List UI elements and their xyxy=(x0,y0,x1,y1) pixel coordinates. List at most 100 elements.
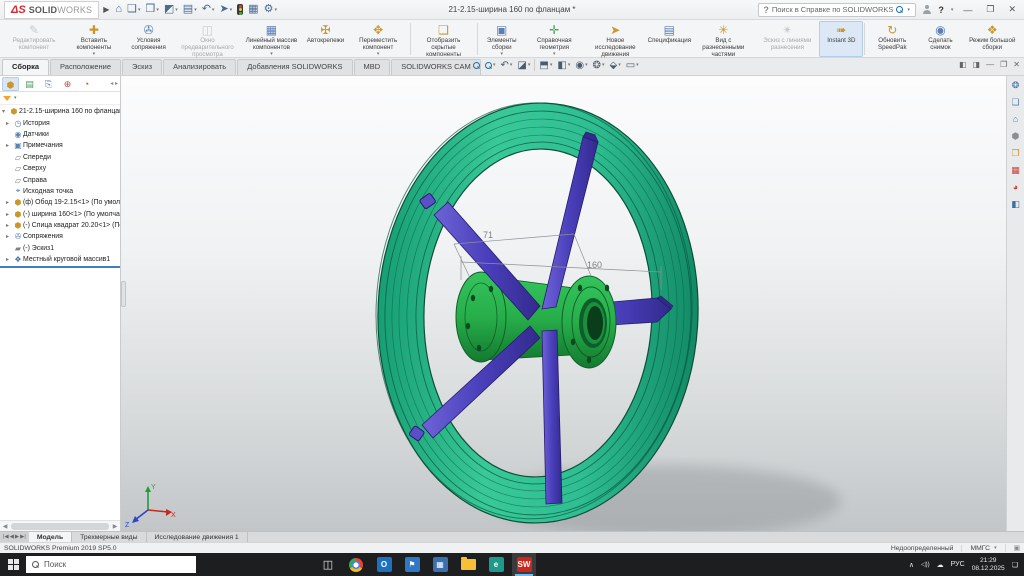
qat-open-icon[interactable]: ❒▾ xyxy=(143,3,160,16)
rollback-bar[interactable] xyxy=(0,266,120,268)
home-icon[interactable]: ⌂ xyxy=(1009,113,1023,126)
qat-rebuild-traffic-light-icon[interactable] xyxy=(235,3,245,16)
ribbon-instant-3d-button[interactable]: ➠Instant 3D xyxy=(819,21,863,57)
model-tab-nav-icon[interactable]: |◀ xyxy=(3,534,9,540)
tree-filter-row[interactable]: ▾ xyxy=(0,92,120,105)
tab-solidworks-cam[interactable]: SOLIDWORKS CAM xyxy=(391,59,481,75)
expand-arrow-icon[interactable]: ▸ xyxy=(6,233,13,240)
tab-mbd[interactable]: MBD xyxy=(354,59,391,75)
wheel-hub[interactable] xyxy=(456,272,616,368)
dropdown-icon[interactable]: ▾ xyxy=(230,7,233,13)
expand-arrow-icon[interactable]: ▾ xyxy=(2,108,9,115)
edge-icon[interactable]: e xyxy=(484,553,508,576)
view-settings-icon[interactable]: ▭▾ xyxy=(625,60,640,71)
dropdown-icon[interactable]: ▾ xyxy=(550,62,553,68)
solidworks-resources-icon[interactable]: ❂ xyxy=(1009,79,1023,92)
tree-item[interactable]: ⌖Исходная точка xyxy=(0,186,120,197)
graphics-viewport[interactable]: 71 160 Y X Z xyxy=(121,76,1006,531)
doc-close-icon[interactable]: ✕ xyxy=(1013,60,1020,69)
model-tab-2[interactable]: Трехмерные виды xyxy=(72,532,146,542)
view-palette-icon[interactable]: ▦ xyxy=(1009,164,1023,177)
file-explorer-icon[interactable]: ❒ xyxy=(1009,147,1023,160)
design-library-icon[interactable]: ❏ xyxy=(1009,96,1023,109)
qat-save-icon[interactable]: ◩▾ xyxy=(162,3,180,16)
minimize-button[interactable]: — xyxy=(959,5,976,15)
units-dropdown-icon[interactable]: ▾ xyxy=(994,545,997,551)
tree-item[interactable]: ▸⬢(ф) Обод 19-2.15<1> (По умолча xyxy=(0,197,120,208)
qat-print-icon[interactable]: ▤▾ xyxy=(181,3,199,16)
tree-item[interactable]: ▸✇Сопряжения xyxy=(0,231,120,242)
scroll-thumb[interactable] xyxy=(11,523,109,530)
restore-button[interactable]: ❐ xyxy=(982,4,998,15)
ribbon-move-component-button[interactable]: ✥Переместить компонент▾ xyxy=(347,21,408,57)
toolbox-icon[interactable]: ⬢ xyxy=(1009,130,1023,143)
dropdown-icon[interactable]: ▾ xyxy=(528,62,531,68)
close-button[interactable]: ✕ xyxy=(1004,4,1020,15)
panel-splitter-handle[interactable] xyxy=(121,281,126,307)
tree-item[interactable]: ▸◷История xyxy=(0,117,120,128)
tree-item[interactable]: ▱Спереди xyxy=(0,152,120,163)
display-style-icon[interactable]: ◧▾ xyxy=(556,60,571,71)
appearances-icon[interactable]: ◕ xyxy=(1009,181,1023,194)
outlook-icon[interactable]: O xyxy=(372,553,396,576)
expand-arrow-icon[interactable]: ▸ xyxy=(6,256,13,263)
expand-arrow-icon[interactable]: ▸ xyxy=(6,222,13,229)
ribbon-smart-fasteners-button[interactable]: ✠Автокрепежи xyxy=(303,21,347,57)
apply-scene-icon[interactable]: ⬙▾ xyxy=(608,60,621,71)
zoom-fit-icon[interactable] xyxy=(472,62,481,69)
panel-tab-chevrons-icon[interactable]: ◂ ▸ xyxy=(110,80,118,87)
dropdown-icon[interactable]: ▾ xyxy=(602,62,605,68)
doc-restore-icon[interactable]: ❐ xyxy=(1000,60,1007,69)
ribbon-linear-component-pattern-button[interactable]: ▦Линейный массив компонентов▾ xyxy=(239,21,303,57)
displaymanager-tab[interactable]: ◔ xyxy=(78,77,95,91)
scroll-right-icon[interactable]: ▶ xyxy=(110,523,120,530)
expand-arrow-icon[interactable]: ▸ xyxy=(6,142,13,149)
tab-анализировать[interactable]: Анализировать xyxy=(163,59,236,75)
dropdown-icon[interactable]: ▾ xyxy=(212,7,215,13)
expand-arrow-icon[interactable]: ▸ xyxy=(6,199,13,206)
dropdown-icon[interactable]: ▾ xyxy=(500,52,503,56)
ribbon-large-assembly-mode-button[interactable]: ❖Режим большой сборки xyxy=(962,21,1022,57)
propertymanager-tab[interactable]: ▤ xyxy=(21,77,38,91)
user-account-icon[interactable] xyxy=(922,5,932,15)
model-tab-nav-icon[interactable]: ◀ xyxy=(10,534,14,540)
ribbon-new-motion-study-button[interactable]: ➤Новое исследование движения xyxy=(583,21,647,57)
solidworks-icon[interactable]: SW xyxy=(512,553,536,576)
view-orientation-icon[interactable]: ⬒▾ xyxy=(538,60,553,71)
search-icon[interactable] xyxy=(896,6,903,13)
configurationmanager-tab[interactable]: ⎘ xyxy=(40,77,57,91)
dropdown-icon[interactable]: ▾ xyxy=(510,62,513,68)
pane-toggle-right-icon[interactable]: ◨ xyxy=(973,60,981,69)
tab-эскиз[interactable]: Эскиз xyxy=(122,59,162,75)
tree-horizontal-scrollbar[interactable]: ◀ ▶ xyxy=(0,520,120,531)
search-dropdown-icon[interactable]: ▾ xyxy=(907,7,910,13)
previous-view-icon[interactable]: ↶▾ xyxy=(500,60,514,71)
dropdown-icon[interactable]: ▾ xyxy=(175,7,178,13)
tree-item[interactable]: ▸❖Местный круговой массив1 xyxy=(0,254,120,265)
ribbon-take-snapshot-button[interactable]: ◉Сделать снимок xyxy=(918,21,962,57)
toolbar-flyout-icon[interactable]: ▶ xyxy=(103,5,109,14)
dropdown-icon[interactable]: ▾ xyxy=(553,52,556,56)
status-units[interactable]: ММГС▾ xyxy=(961,545,996,552)
custom-properties-icon[interactable]: ◧ xyxy=(1009,198,1023,211)
dropdown-icon[interactable]: ▾ xyxy=(138,7,141,13)
taskbar-search-box[interactable]: Поиск xyxy=(26,556,196,573)
calculator-icon[interactable]: ▦ xyxy=(428,553,452,576)
dropdown-icon[interactable]: ▾ xyxy=(568,62,571,68)
dropdown-icon[interactable]: ▾ xyxy=(636,62,639,68)
tree-item[interactable]: ▸⬢(-) ширина 160<1> (По умолчан xyxy=(0,209,120,220)
zoom-area-icon[interactable]: ▾ xyxy=(484,62,497,69)
doc-minimize-icon[interactable]: — xyxy=(986,60,994,69)
task-view-icon[interactable]: ◫ xyxy=(316,553,340,576)
model-tab-nav-icon[interactable]: ▶ xyxy=(15,534,19,540)
section-view-icon[interactable]: ◪▾ xyxy=(516,60,531,71)
tray-chevron-icon[interactable]: ∧ xyxy=(909,561,914,569)
qat-home-icon[interactable]: ⌂ xyxy=(113,3,124,16)
ribbon-exploded-view-button[interactable]: ✳Вид с разнесенными частями xyxy=(691,21,755,57)
pane-toggle-left-icon[interactable]: ◧ xyxy=(959,60,967,69)
dropdown-icon[interactable]: ▾ xyxy=(270,52,273,56)
dropdown-icon[interactable]: ▾ xyxy=(585,62,588,68)
qat-new-document-icon[interactable]: ❏▾ xyxy=(125,3,142,16)
tree-item[interactable]: ◉Датчики xyxy=(0,129,120,140)
ribbon-insert-components-button[interactable]: ✚Вставить компоненты▾ xyxy=(66,21,122,57)
